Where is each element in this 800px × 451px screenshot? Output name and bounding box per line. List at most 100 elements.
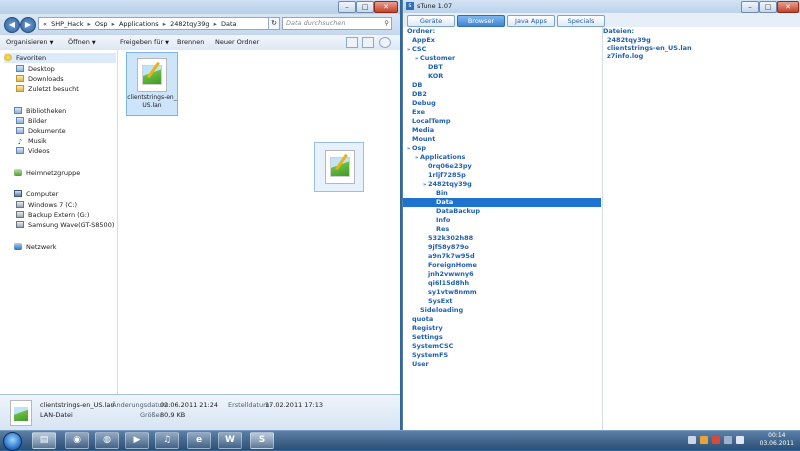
tree-item[interactable]: 532k302h88 — [403, 234, 601, 243]
nav-downloads[interactable]: Downloads — [16, 74, 64, 84]
tree-item[interactable]: LocalTemp — [403, 117, 601, 126]
tree-item[interactable]: DBT — [403, 63, 601, 72]
start-button[interactable] — [3, 432, 22, 451]
tree-item[interactable]: DB — [403, 81, 601, 90]
tab-specials[interactable]: Specials — [557, 15, 605, 27]
tree-item[interactable]: qi6l15d8hh — [403, 279, 601, 288]
nav-homegroup[interactable]: Heimnetzgruppe — [14, 168, 80, 178]
address-bar[interactable]: « SHP_Hack ▸ Osp ▸ Applications ▸ 2482tq… — [38, 17, 273, 30]
breadcrumb-shp-hack[interactable]: SHP_Hack — [51, 20, 83, 28]
nav-network[interactable]: Netzwerk — [14, 242, 57, 252]
explorer-taskbar-icon[interactable]: ▤ — [32, 432, 56, 449]
breadcrumb-2482tqy39g[interactable]: 2482tqy39g — [170, 20, 209, 28]
view-options-icon[interactable] — [346, 37, 358, 48]
share-menu[interactable]: Freigeben für ▼ — [120, 38, 169, 46]
media-player-taskbar-icon[interactable]: ▶ — [125, 432, 149, 449]
tray-app-icon[interactable] — [712, 436, 720, 444]
burn-button[interactable]: Brennen — [177, 38, 204, 46]
nav-device[interactable]: Samsung Wave(GT-S8500) — [16, 220, 114, 230]
nav-drive-g[interactable]: Backup Extern (G:) — [16, 210, 89, 220]
tree-item[interactable]: » 2482tqy39g — [403, 180, 601, 189]
tree-item[interactable]: Data — [403, 198, 601, 207]
maximize-button[interactable]: □ — [356, 1, 374, 13]
nav-music[interactable]: ♪ Musik — [16, 136, 47, 146]
back-arrow-icon[interactable]: ◀ — [4, 17, 20, 33]
breadcrumb-separator-icon[interactable]: ▸ — [163, 20, 166, 28]
tree-item[interactable]: DB2 — [403, 90, 601, 99]
tree-item[interactable]: Bin — [403, 189, 601, 198]
tree-item[interactable]: Media — [403, 126, 601, 135]
tree-item[interactable]: Mount — [403, 135, 601, 144]
refresh-icon[interactable]: ↻ — [268, 17, 280, 30]
tree-item[interactable]: User — [403, 360, 601, 369]
tree-item[interactable]: Registry — [403, 324, 601, 333]
clock[interactable]: 00:14 03.06.2011 — [760, 432, 794, 448]
tree-item[interactable]: KOR — [403, 72, 601, 81]
breadcrumb-osp[interactable]: Osp — [95, 20, 108, 28]
search-icon[interactable]: ⚲ — [384, 18, 389, 29]
tree-item[interactable]: DataBackup — [403, 207, 601, 216]
tab-browser[interactable]: Browser — [457, 15, 505, 27]
tree-item[interactable]: » Customer — [403, 54, 601, 63]
tree-item[interactable]: 1rljf7285p — [403, 171, 601, 180]
tree-item[interactable]: a9n7k7w95d — [403, 252, 601, 261]
tree-item[interactable]: SystemFS — [403, 351, 601, 360]
tree-item[interactable]: » Osp — [403, 144, 601, 153]
tree-item[interactable]: Debug — [403, 99, 601, 108]
tree-item[interactable]: quota — [403, 315, 601, 324]
tree-item[interactable]: 0rq06e23py — [403, 162, 601, 171]
network-tray-icon[interactable] — [724, 436, 732, 444]
forward-arrow-icon[interactable]: ▶ — [20, 17, 36, 33]
nav-documents[interactable]: Dokumente — [16, 126, 66, 136]
nav-favorites[interactable]: Favoriten — [4, 53, 116, 63]
breadcrumb-applications[interactable]: Applications — [119, 20, 159, 28]
nav-videos[interactable]: Videos — [16, 146, 50, 156]
file-item[interactable]: clientstrings-en_ US.lan — [126, 52, 178, 116]
close-button[interactable]: ✕ — [777, 1, 799, 13]
maximize-button[interactable]: □ — [759, 1, 777, 13]
file-list-item[interactable]: clientstrings-en_US.lan — [607, 44, 692, 52]
tree-item[interactable]: Sideloading — [403, 306, 601, 315]
stune-taskbar-icon[interactable]: S — [250, 432, 274, 449]
search-input[interactable]: Data durchsuchen ⚲ — [282, 17, 392, 30]
tree-item[interactable]: jnh2vwwny6 — [403, 270, 601, 279]
tab-java-apps[interactable]: Java Apps — [507, 15, 555, 27]
breadcrumb-separator-icon[interactable]: ▸ — [214, 20, 217, 28]
help-icon[interactable] — [379, 37, 391, 48]
tree-item[interactable]: SysExt — [403, 297, 601, 306]
file-list-item[interactable]: z7info.log — [607, 52, 643, 60]
tab-geraete[interactable]: Geräte — [407, 15, 455, 27]
nav-desktop[interactable]: Desktop — [16, 64, 55, 74]
volume-icon[interactable] — [736, 436, 744, 444]
word-taskbar-icon[interactable]: W — [218, 432, 242, 449]
breadcrumb-data[interactable]: Data — [221, 20, 237, 28]
nav-recent[interactable]: Zuletzt besucht — [16, 84, 79, 94]
tree-item[interactable]: Res — [403, 225, 601, 234]
tree-item[interactable]: Exe — [403, 108, 601, 117]
address-prefix[interactable]: « — [43, 20, 47, 28]
breadcrumb-separator-icon[interactable]: ▸ — [88, 20, 91, 28]
music-taskbar-icon[interactable]: ♫ — [155, 432, 179, 449]
firefox-taskbar-icon[interactable]: ◍ — [95, 432, 119, 449]
tree-item[interactable]: Settings — [403, 333, 601, 342]
preview-pane-icon[interactable] — [362, 37, 374, 48]
tree-item[interactable]: Info — [403, 216, 601, 225]
tray-app-icon[interactable] — [700, 436, 708, 444]
tree-item[interactable]: » CSC — [403, 45, 601, 54]
tray-expand-icon[interactable] — [688, 436, 696, 444]
organize-menu[interactable]: Organisieren ▼ — [6, 38, 53, 46]
tree-item[interactable]: ForeignHome — [403, 261, 601, 270]
chrome-taskbar-icon[interactable]: ◉ — [65, 432, 89, 449]
close-button[interactable]: ✕ — [374, 1, 398, 13]
tree-item[interactable]: AppEx — [403, 36, 601, 45]
open-menu[interactable]: Öffnen ▼ — [68, 38, 96, 46]
internet-explorer-taskbar-icon[interactable]: e — [187, 432, 211, 449]
nav-computer[interactable]: Computer — [14, 189, 58, 199]
nav-drive-c[interactable]: Windows 7 (C:) — [16, 200, 77, 210]
tree-item[interactable]: sy1vtw8nmm — [403, 288, 601, 297]
nav-pictures[interactable]: Bilder — [16, 116, 47, 126]
file-list-item[interactable]: 2482tqy39g — [607, 36, 651, 44]
column-divider[interactable] — [602, 27, 603, 430]
new-folder-button[interactable]: Neuer Ordner — [215, 38, 259, 46]
minimize-button[interactable]: – — [741, 1, 759, 13]
